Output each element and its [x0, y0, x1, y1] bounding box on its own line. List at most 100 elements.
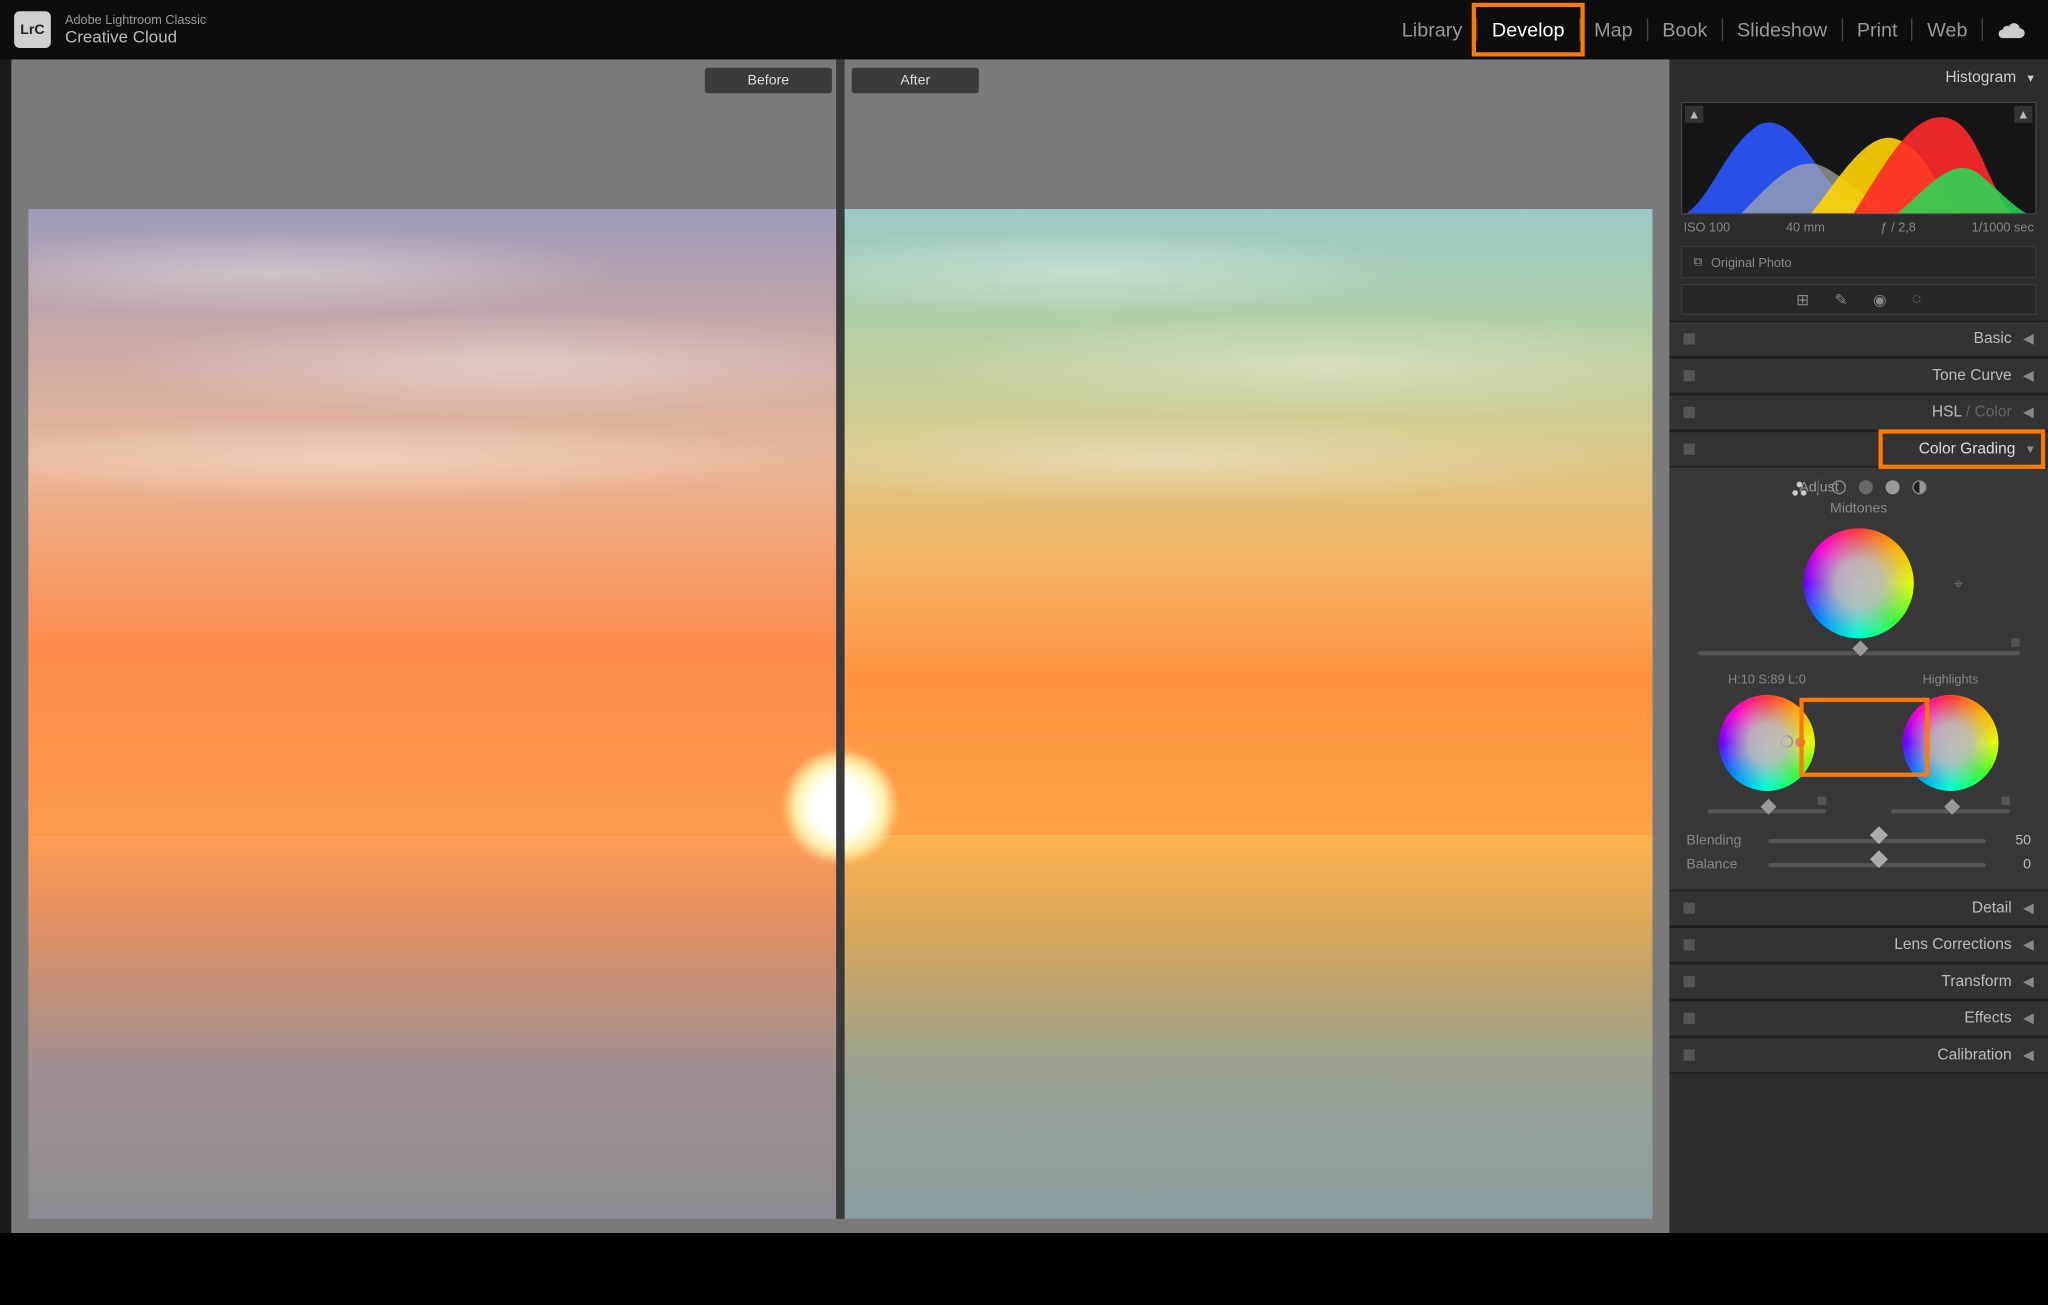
app-logo: LrC — [14, 11, 51, 48]
accordion-tone-curve-label: Tone Curve — [1932, 367, 2011, 384]
adjust-shadows-icon[interactable] — [1832, 480, 1846, 494]
balance-slider[interactable]: Balance 0 — [1686, 857, 2031, 873]
histogram[interactable]: ▲ ▲ — [1681, 102, 2037, 215]
nav-library[interactable]: Library — [1388, 13, 1477, 47]
accordion-hsl-label: HSL / Color — [1932, 404, 2012, 421]
chevron-left-icon: ◀ — [2023, 937, 2034, 953]
chevron-left-icon: ◀ — [2023, 331, 2034, 347]
midtones-luminance-slider[interactable] — [1698, 647, 2020, 658]
accordion-effects[interactable]: Effects ◀ — [1669, 1000, 2048, 1037]
develop-panel: Histogram ▾ ▲ ▲ ISO 100 40 mm ƒ / 2,8 1/… — [1669, 59, 2048, 1233]
compare-divider[interactable] — [836, 209, 844, 1219]
chevron-left-icon: ◀ — [2023, 974, 2034, 990]
shadows-color-wheel[interactable] — [1719, 695, 1815, 791]
histogram-graph — [1682, 103, 2035, 215]
nav-develop[interactable]: Develop — [1478, 13, 1579, 47]
slider-handle[interactable] — [1870, 850, 1888, 868]
highlights-luminance-slider[interactable] — [1891, 805, 2010, 816]
left-rail-collapsed[interactable] — [0, 59, 11, 1233]
adjust-global-icon[interactable] — [1912, 480, 1926, 494]
redeye-tool-icon[interactable]: ◉ — [1873, 290, 1887, 308]
panel-toggle-icon[interactable] — [1684, 407, 1695, 418]
accordion-basic[interactable]: Basic ◀ — [1669, 321, 2048, 358]
adjust-midtones-icon[interactable] — [1859, 480, 1873, 494]
accordion-transform[interactable]: Transform ◀ — [1669, 963, 2048, 1000]
panel-toggle-icon[interactable] — [1684, 443, 1695, 454]
accordion-effects-label: Effects — [1964, 1010, 2011, 1027]
nav-web[interactable]: Web — [1913, 13, 1982, 47]
eyedropper-icon[interactable]: ⌖ — [1954, 574, 1964, 595]
midtones-wheel-handle[interactable] — [1852, 576, 1866, 590]
panel-toggle-icon[interactable] — [1684, 1049, 1695, 1060]
nav-print[interactable]: Print — [1843, 13, 1912, 47]
shadows-wheel-handle[interactable] — [1780, 735, 1793, 748]
before-badge: Before — [705, 68, 832, 93]
accordion-color-grading[interactable]: Color Grading ▾ — [1669, 431, 2048, 468]
original-photo-label: Original Photo — [1711, 255, 1792, 269]
before-image — [28, 209, 840, 1219]
midtones-color-wheel[interactable] — [1804, 528, 1914, 638]
original-photo-row[interactable]: ⧉ Original Photo — [1681, 246, 2037, 278]
heal-tool-icon[interactable]: ✎ — [1835, 290, 1848, 308]
adjust-highlights-icon[interactable] — [1886, 480, 1900, 494]
accordion-color-grading-label: Color Grading — [1919, 441, 2016, 458]
crop-tool-icon[interactable]: ⊞ — [1796, 290, 1809, 308]
adjust-mode-row: Adjust : — [1686, 479, 2031, 496]
panel-toggle-icon[interactable] — [1684, 370, 1695, 381]
chevron-left-icon: ◀ — [2023, 1047, 2034, 1063]
highlights-color-wheel[interactable] — [1903, 695, 1999, 791]
accordion-lens-corrections[interactable]: Lens Corrections ◀ — [1669, 927, 2048, 964]
balance-value: 0 — [1997, 857, 2031, 873]
compare-icon: ⧉ — [1693, 254, 1702, 270]
divider — [1818, 479, 1819, 496]
chevron-down-icon: ▾ — [2027, 441, 2034, 457]
chevron-down-icon: ▾ — [2027, 70, 2033, 86]
nav-slideshow[interactable]: Slideshow — [1723, 13, 1841, 47]
nav-develop-label: Develop — [1492, 18, 1565, 41]
meta-aperture: ƒ / 2,8 — [1881, 220, 1916, 234]
balance-label: Balance — [1686, 857, 1757, 873]
shadows-luminance-slider[interactable] — [1708, 805, 1827, 816]
accordion-detail[interactable]: Detail ◀ — [1669, 890, 2048, 927]
nav-map[interactable]: Map — [1580, 13, 1647, 47]
midtones-wheel-wrap: ⌖ — [1686, 528, 2031, 638]
chevron-left-icon: ◀ — [2023, 900, 2034, 916]
panel-toggle-icon[interactable] — [1684, 939, 1695, 950]
adjust-3way-icon[interactable] — [1791, 480, 1805, 494]
accordion-transform-label: Transform — [1941, 973, 2011, 990]
midtones-label: Midtones — [1686, 501, 2031, 517]
slider-max-pip — [2011, 638, 2019, 646]
app-title-block: Adobe Lightroom Classic Creative Cloud — [65, 13, 206, 47]
meta-iso: ISO 100 — [1684, 220, 1731, 234]
slider-handle[interactable] — [1870, 826, 1888, 844]
top-bar: LrC Adobe Lightroom Classic Creative Clo… — [0, 0, 2048, 59]
accordion-basic-label: Basic — [1974, 331, 2012, 348]
shadows-highlights-row: H:10 S:89 L:0 Highlights — [1686, 672, 2031, 816]
blending-label: Blending — [1686, 833, 1757, 849]
nav-book[interactable]: Book — [1648, 13, 1721, 47]
accordion-hsl-color[interactable]: HSL / Color ◀ — [1669, 394, 2048, 431]
histogram-header[interactable]: Histogram ▾ — [1669, 59, 2048, 96]
accordion-calibration[interactable]: Calibration ◀ — [1669, 1037, 2048, 1074]
blending-slider[interactable]: Blending 50 — [1686, 833, 2031, 849]
highlights-wheel-handle[interactable] — [1931, 741, 1944, 754]
accordion-lens-label: Lens Corrections — [1894, 936, 2011, 953]
app-root: LrC Adobe Lightroom Classic Creative Clo… — [0, 0, 2048, 1233]
after-image — [840, 209, 1652, 1219]
mask-tool-icon[interactable]: ◌ — [1912, 291, 1921, 308]
chevron-left-icon: ◀ — [2023, 405, 2034, 421]
compare-divider-top — [836, 59, 844, 209]
accordion-calibration-label: Calibration — [1937, 1047, 2011, 1064]
cloud-sync-icon[interactable] — [1997, 20, 2025, 40]
app-subtitle: Adobe Lightroom Classic — [65, 13, 206, 27]
panel-toggle-icon[interactable] — [1684, 333, 1695, 344]
local-tools-strip: ⊞ ✎ ◉ ◌ — [1681, 284, 2037, 315]
meta-focal: 40 mm — [1786, 220, 1825, 234]
panel-toggle-icon[interactable] — [1684, 903, 1695, 914]
after-badge: After — [852, 68, 979, 93]
panel-toggle-icon[interactable] — [1684, 1013, 1695, 1024]
panel-toggle-icon[interactable] — [1684, 976, 1695, 987]
compare-image[interactable] — [28, 209, 1652, 1219]
slider-max-pip — [2001, 797, 2009, 805]
accordion-tone-curve[interactable]: Tone Curve ◀ — [1669, 357, 2048, 394]
